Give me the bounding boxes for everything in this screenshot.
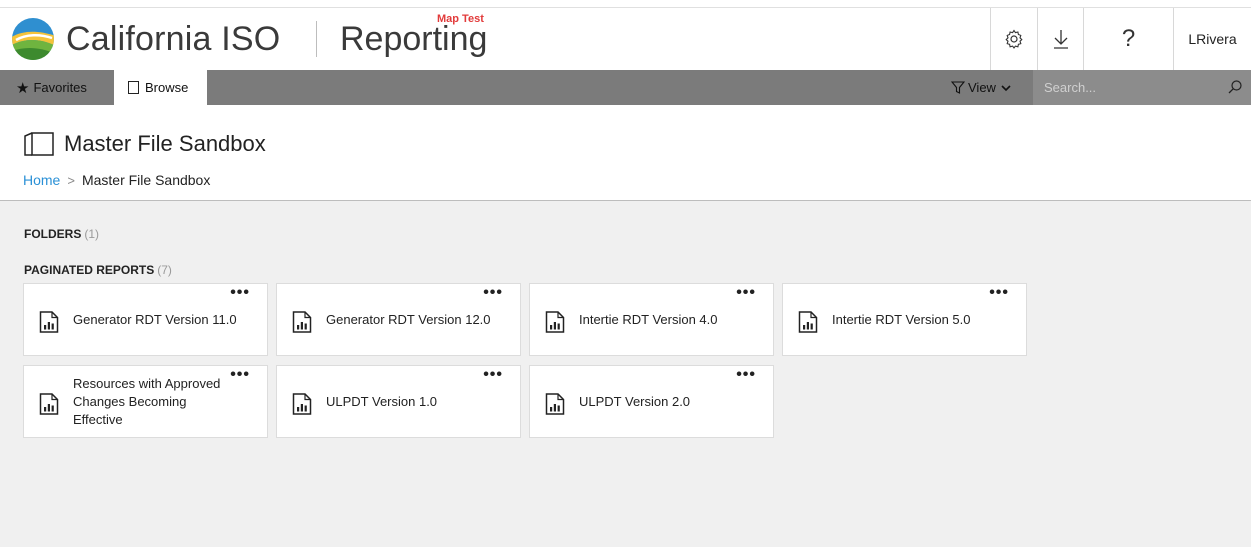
logo[interactable]	[10, 16, 56, 62]
report-tile[interactable]: Intertie RDT Version 4.0 •••	[529, 283, 774, 356]
report-icon	[39, 311, 59, 338]
brand-divider	[316, 21, 317, 57]
california-iso-globe-icon	[12, 18, 54, 60]
breadcrumb: Home > Master File Sandbox	[23, 172, 210, 188]
more-options-icon[interactable]: •••	[230, 367, 250, 383]
help-icon: ?	[1121, 25, 1136, 52]
gear-icon	[1005, 29, 1023, 49]
report-name: Resources with Approved Changes Becoming…	[73, 375, 221, 427]
report-name: Generator RDT Version 11.0	[73, 311, 237, 327]
page-title-text: Master File Sandbox	[64, 131, 266, 156]
report-icon	[292, 311, 312, 338]
report-icon	[798, 311, 818, 338]
view-label: View	[968, 80, 996, 95]
report-tile[interactable]: Generator RDT Version 11.0 •••	[23, 283, 268, 356]
browse-label: Browse	[145, 80, 189, 95]
search-box	[1033, 70, 1251, 105]
user-name: LRivera	[1188, 31, 1237, 47]
help-button[interactable]: ?	[1083, 8, 1173, 70]
report-icon	[545, 311, 565, 338]
more-options-icon[interactable]: •••	[736, 285, 756, 301]
report-name: Intertie RDT Version 5.0	[832, 311, 971, 327]
report-tile[interactable]: Generator RDT Version 12.0 •••	[276, 283, 521, 356]
filter-icon	[951, 81, 965, 94]
nav-bar: ★ Favorites Browse View	[0, 70, 1251, 105]
breadcrumb-home-link[interactable]: Home	[23, 172, 60, 188]
folders-count: (1)	[84, 227, 100, 241]
environment-label: Map Test	[437, 13, 484, 25]
download-button[interactable]	[1037, 8, 1083, 70]
search-input[interactable]	[1033, 70, 1213, 105]
page-title: Master File Sandbox	[23, 131, 266, 157]
search-icon[interactable]	[1227, 79, 1243, 95]
more-options-icon[interactable]: •••	[483, 367, 503, 383]
folders-label: FOLDERS	[24, 227, 82, 241]
report-name: ULPDT Version 2.0	[579, 393, 691, 409]
settings-button[interactable]	[990, 8, 1037, 70]
brand-name: California ISO	[66, 20, 281, 58]
report-name: Generator RDT Version 12.0	[326, 311, 491, 327]
content-area: FOLDERS (1) PAGINATED REPORTS (7) Generato…	[0, 200, 1251, 547]
user-menu[interactable]: LRivera	[1173, 8, 1251, 70]
report-icon	[39, 393, 59, 420]
product-name: Reporting	[340, 20, 488, 58]
report-name: Intertie RDT Version 4.0	[579, 311, 718, 327]
chevron-down-icon	[1001, 84, 1011, 91]
download-icon	[1053, 30, 1068, 49]
browse-tab[interactable]: Browse	[114, 70, 207, 105]
view-dropdown[interactable]: View	[951, 70, 1015, 105]
more-options-icon[interactable]: •••	[736, 367, 756, 383]
page-icon	[128, 81, 139, 94]
more-options-icon[interactable]: •••	[483, 285, 503, 301]
folder-open-icon	[24, 132, 54, 156]
favorites-label: Favorites	[33, 80, 87, 95]
star-icon: ★	[16, 79, 30, 97]
report-tile[interactable]: ULPDT Version 2.0 •••	[529, 365, 774, 438]
reports-section-header: PAGINATED REPORTS (7)	[24, 263, 172, 277]
favorites-tab[interactable]: ★ Favorites	[16, 70, 87, 105]
breadcrumb-current: Master File Sandbox	[81, 172, 211, 188]
report-tile[interactable]: Intertie RDT Version 5.0 •••	[782, 283, 1027, 356]
report-tile[interactable]: ULPDT Version 1.0 •••	[276, 365, 521, 438]
reports-label: PAGINATED REPORTS	[24, 263, 155, 277]
report-icon	[545, 393, 565, 420]
more-options-icon[interactable]: •••	[989, 285, 1009, 301]
folders-section-header[interactable]: FOLDERS (1)	[24, 227, 99, 241]
reports-count: (7)	[157, 263, 172, 277]
report-icon	[292, 393, 312, 420]
report-tile[interactable]: Resources with Approved Changes Becoming…	[23, 365, 268, 438]
more-options-icon[interactable]: •••	[230, 285, 250, 301]
breadcrumb-separator: >	[67, 172, 75, 188]
report-name: ULPDT Version 1.0	[326, 393, 438, 409]
top-header: California ISO Reporting Map Test ? LRiv…	[0, 7, 1251, 70]
